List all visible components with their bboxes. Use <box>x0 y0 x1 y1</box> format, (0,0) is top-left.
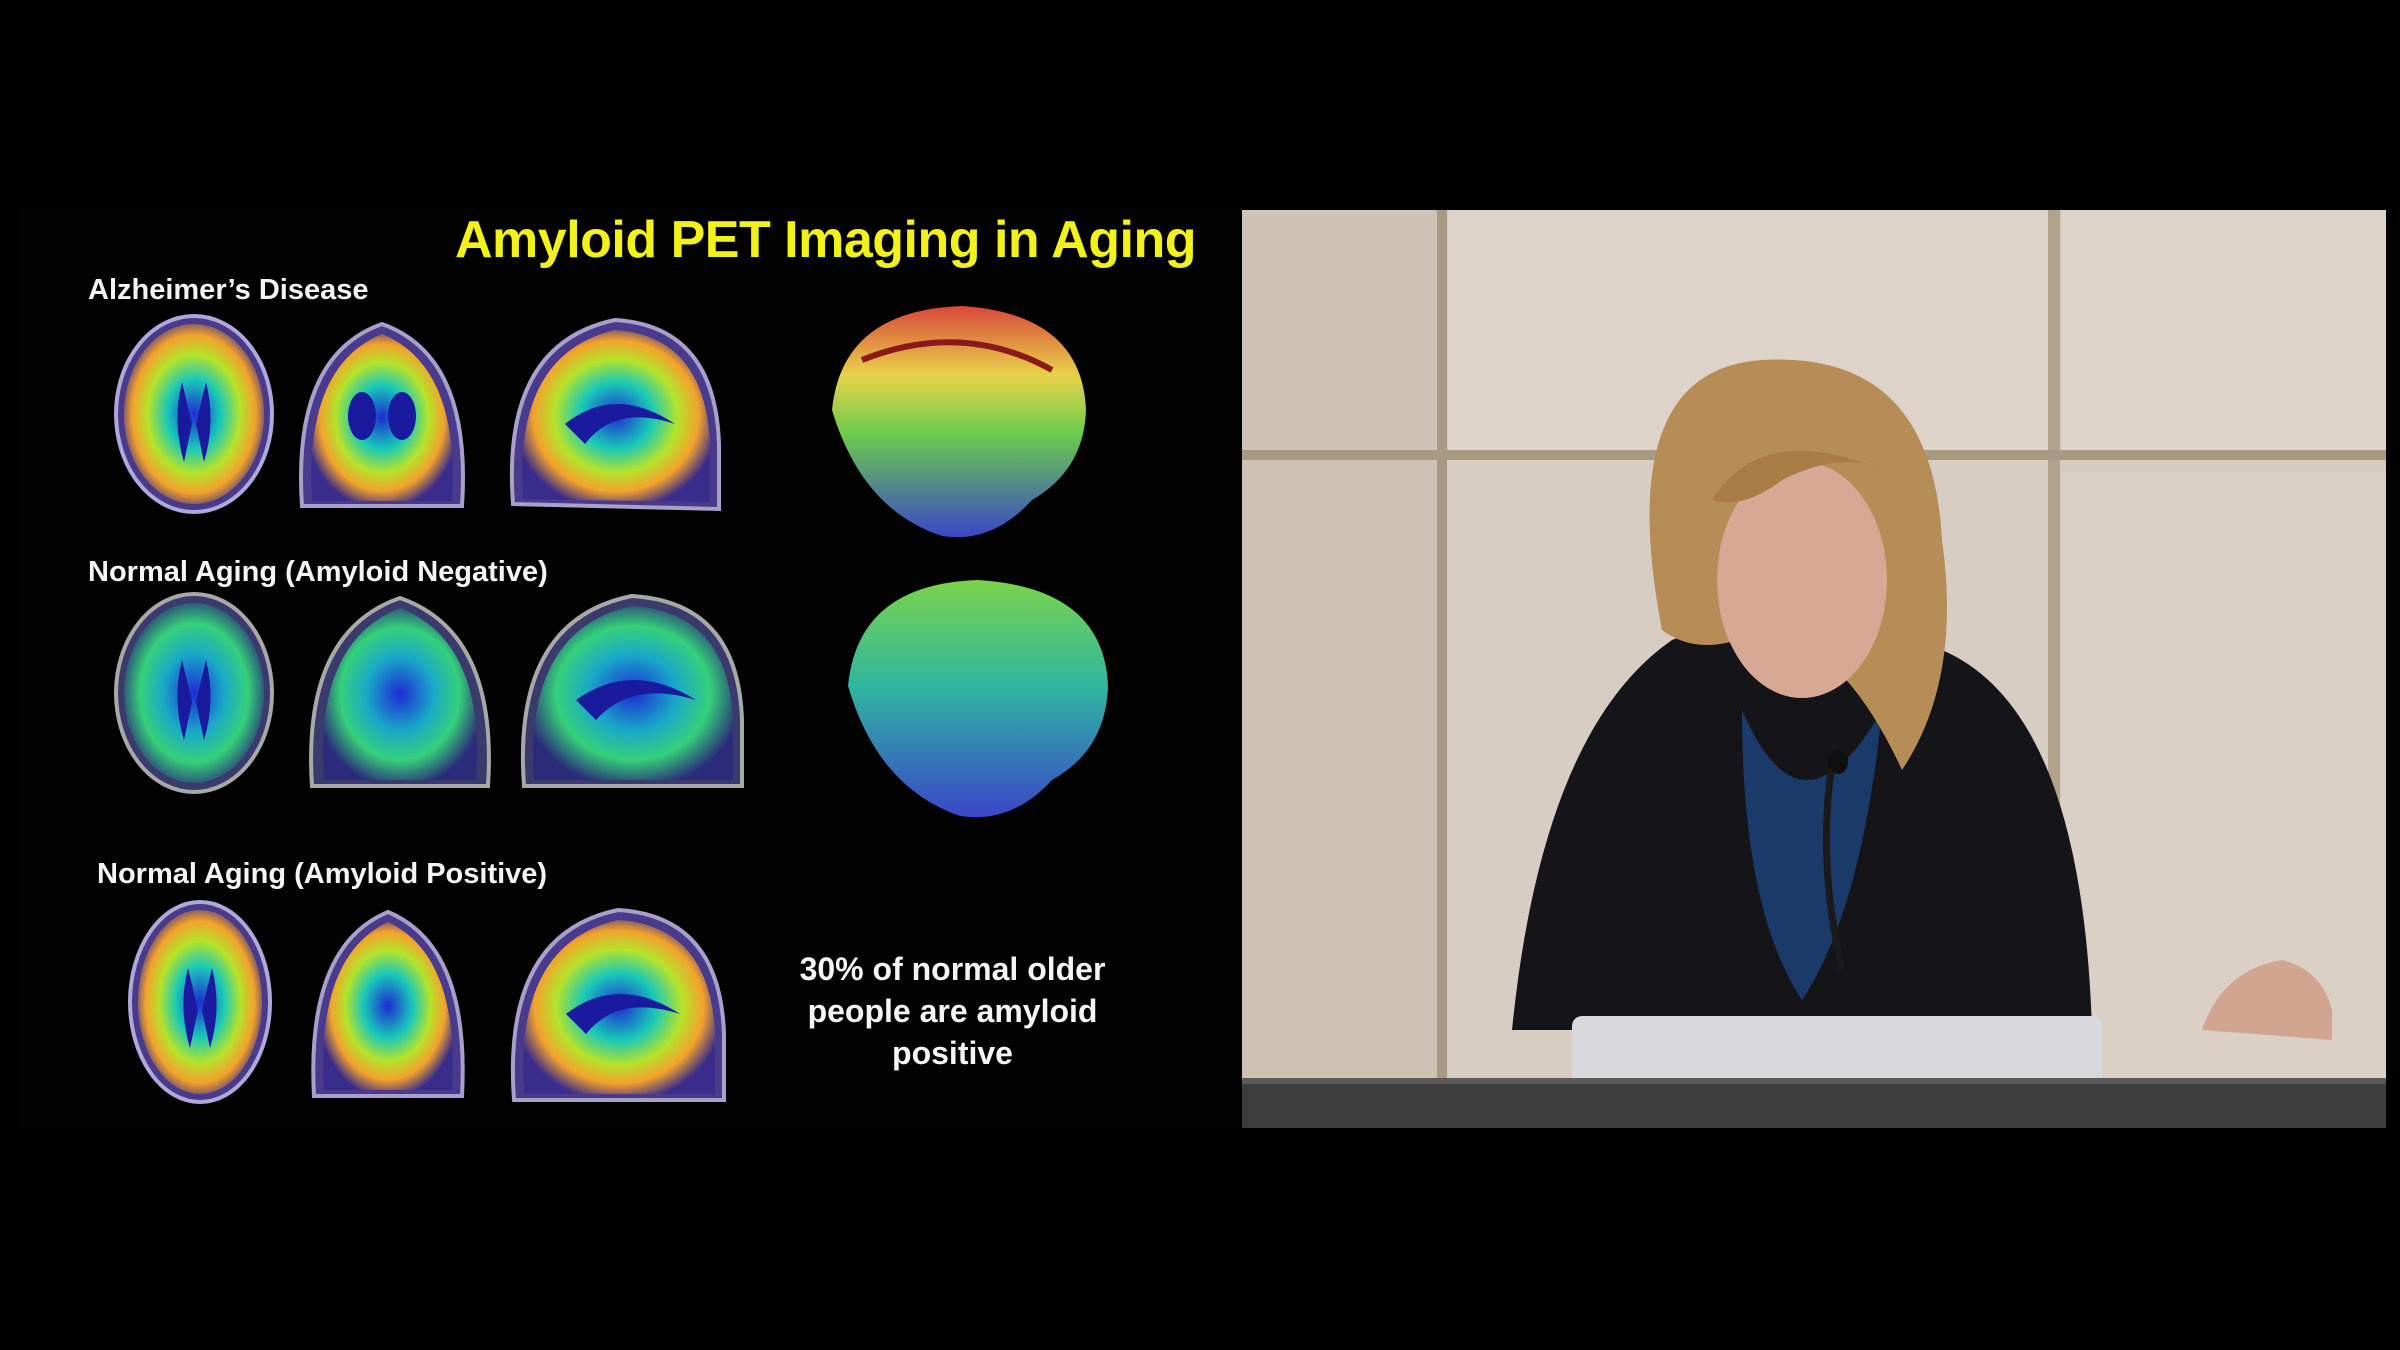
pet-scan-coronal-negative <box>302 592 498 788</box>
slide-caption: 30% of normal older people are amyloid p… <box>799 951 1106 1071</box>
pet-scan-axial-positive <box>126 898 274 1106</box>
slide-title: Amyloid PET Imaging in Aging <box>455 211 1196 269</box>
pet-scan-sagittal-ad <box>505 314 725 514</box>
pet-scan-axial-negative <box>112 590 276 796</box>
row-label-normal-positive: Normal Aging (Amyloid Positive) <box>97 858 548 890</box>
pet-scan-sagittal-positive <box>506 904 730 1104</box>
pet-3d-brain-negative <box>838 574 1114 826</box>
row-label-normal-negative: Normal Aging (Amyloid Negative) <box>88 556 548 588</box>
row-label-alzheimers: Alzheimer’s Disease <box>88 274 369 306</box>
laptop-icon <box>1572 1016 2102 1086</box>
pet-3d-brain-ad <box>822 300 1092 545</box>
speaker-video <box>1242 210 2386 1128</box>
speaker-person-image <box>1242 210 2386 1128</box>
pet-scan-sagittal-negative <box>516 590 748 788</box>
pet-scan-axial-ad <box>112 312 276 516</box>
pet-scan-coronal-ad <box>292 316 472 514</box>
pet-scan-coronal-positive <box>306 906 470 1098</box>
